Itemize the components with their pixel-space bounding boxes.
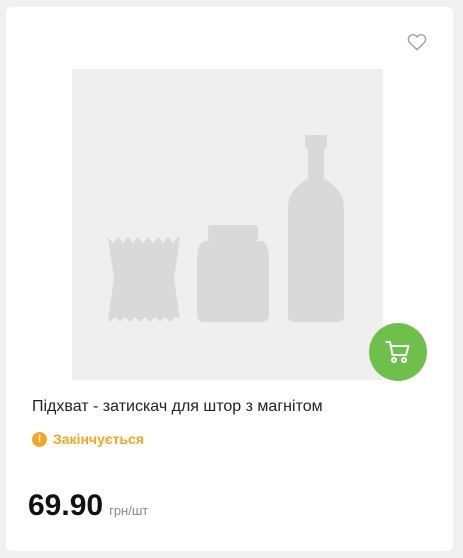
favorite-button[interactable]	[404, 30, 430, 54]
stock-status-label: Закінчується	[53, 431, 144, 447]
product-title[interactable]: Підхват - затискач для штор з магнітом	[32, 397, 432, 417]
product-card[interactable]: Підхват - затискач для штор з магнітом !…	[6, 7, 453, 551]
price: 69.90 грн/шт	[28, 489, 148, 523]
stock-status: ! Закінчується	[32, 431, 144, 447]
heart-outline-icon	[407, 33, 427, 51]
warning-circle-icon: !	[32, 431, 47, 447]
price-value: 69.90	[28, 489, 104, 522]
product-image[interactable]	[72, 69, 383, 380]
cart-icon	[385, 341, 410, 363]
product-placeholder-image	[108, 135, 344, 322]
price-unit: грн/шт	[109, 503, 149, 518]
add-to-cart-button[interactable]	[369, 323, 427, 381]
